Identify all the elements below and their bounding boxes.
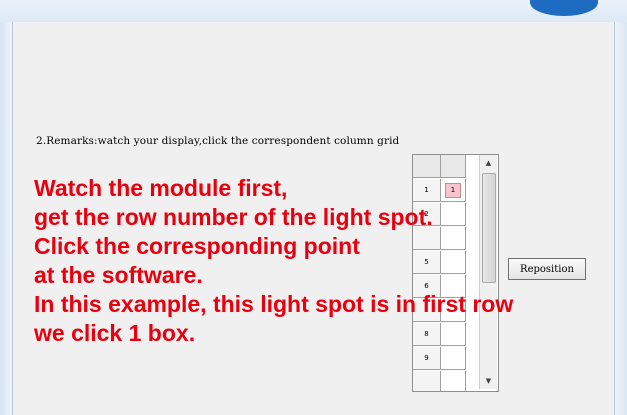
annotation-line: Click the corresponding point xyxy=(34,233,360,259)
annotation-line: In this example, this light spot is in f… xyxy=(34,291,514,317)
annotation-line: get the row number of the light spot. xyxy=(34,204,433,230)
window-right-border xyxy=(614,22,627,415)
remarks-label: 2.Remarks:watch your display,click the c… xyxy=(36,135,400,147)
annotation-line: at the software. xyxy=(34,262,203,288)
annotation-line: we click 1 box. xyxy=(34,320,196,346)
cloud-icon xyxy=(530,0,598,16)
annotation-line: Watch the module first, xyxy=(34,175,288,201)
grid-cell-10[interactable] xyxy=(441,371,466,391)
window-left-border xyxy=(0,22,13,415)
row-number: 9 xyxy=(413,347,441,370)
window-title-bar xyxy=(0,0,627,23)
reposition-button[interactable]: Reposition xyxy=(508,258,586,280)
grid-cell-9[interactable] xyxy=(441,347,466,370)
instruction-annotation: Watch the module first, get the row numb… xyxy=(34,174,513,348)
row-number xyxy=(413,371,441,391)
scroll-up-arrow-icon[interactable]: ▲ xyxy=(480,155,497,171)
scroll-down-arrow-icon[interactable]: ▼ xyxy=(480,373,497,389)
